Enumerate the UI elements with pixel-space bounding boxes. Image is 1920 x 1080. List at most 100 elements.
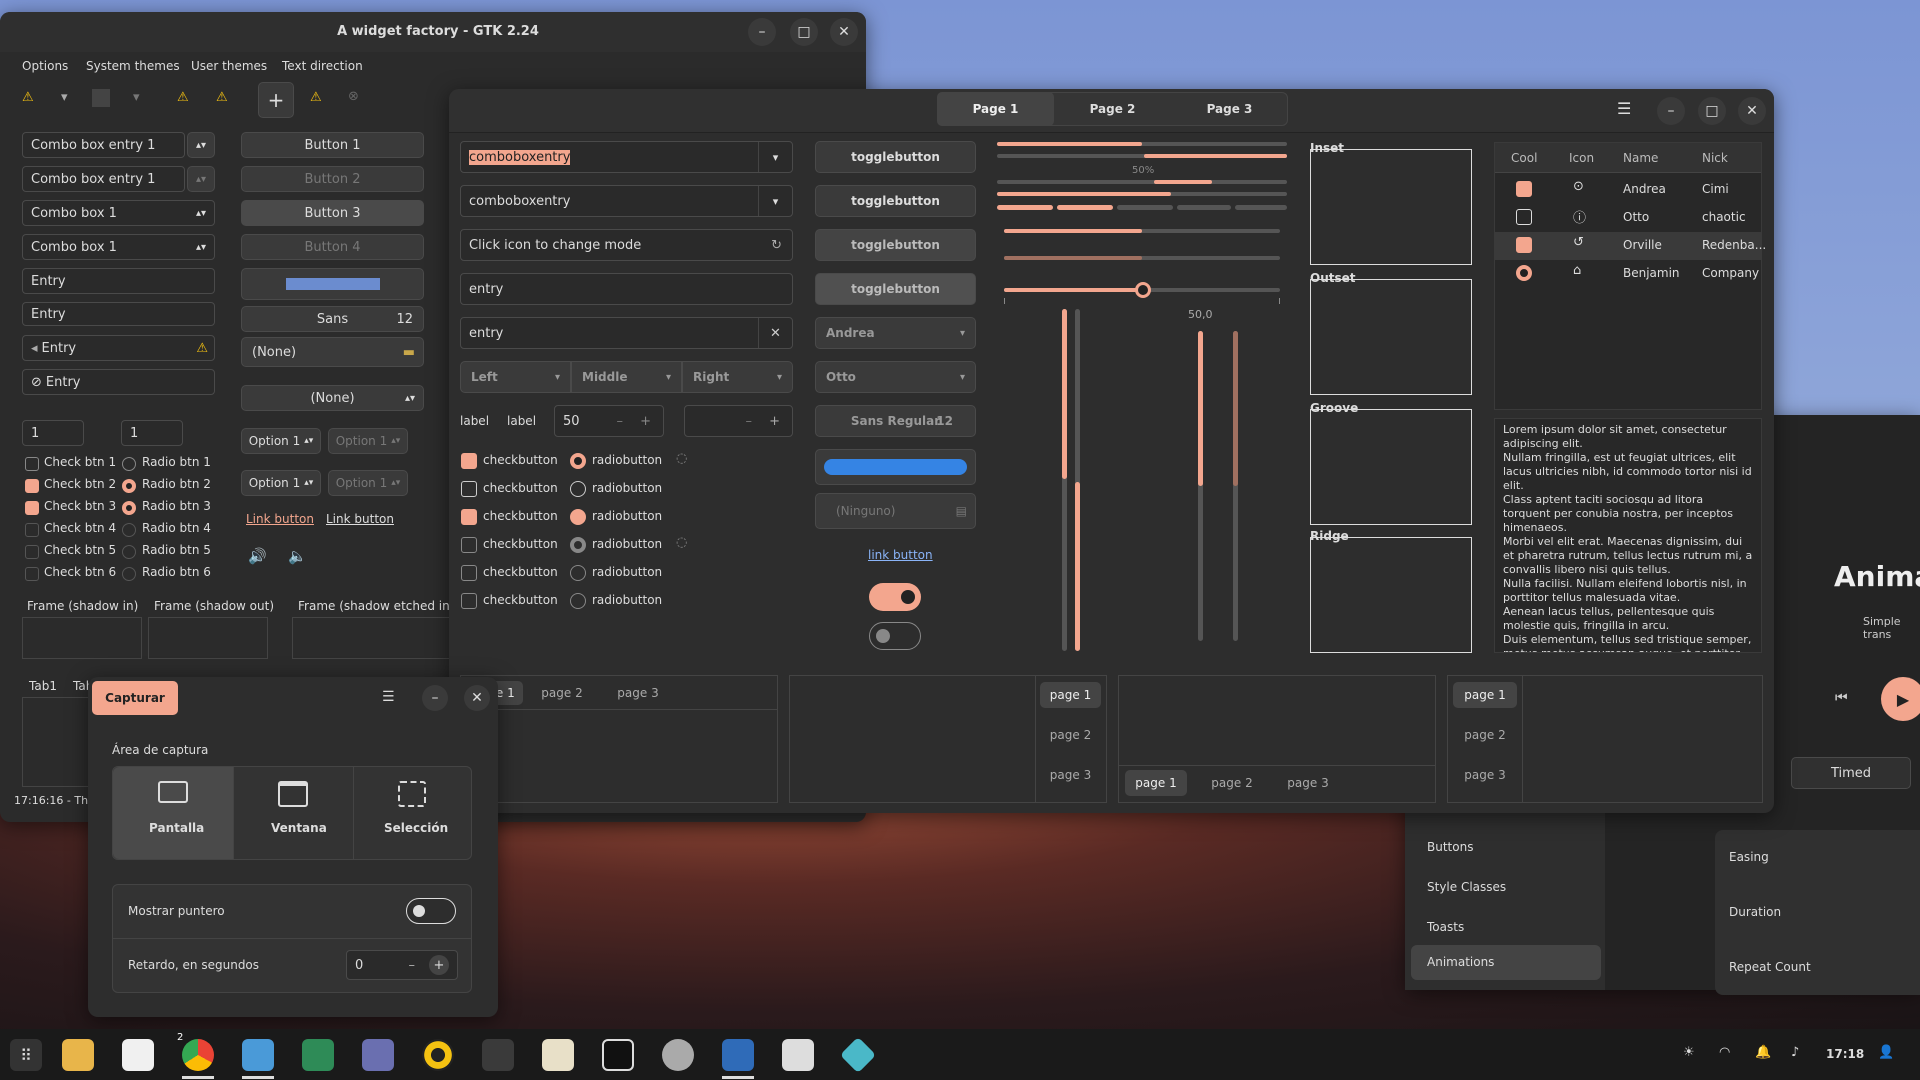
toolbar-dropdown2-icon[interactable]: ▾ bbox=[133, 90, 140, 105]
combo-entry-1-arrow[interactable]: ▴▾ bbox=[187, 132, 215, 158]
entry-clearable[interactable]: entry ✕ bbox=[460, 317, 793, 349]
music-note-icon[interactable]: ♪ bbox=[1791, 1045, 1799, 1060]
gtk3-link-button[interactable]: link button bbox=[868, 548, 933, 562]
menu-options[interactable]: Options bbox=[22, 59, 68, 73]
combo-middle[interactable]: Middle ▾ bbox=[571, 361, 682, 393]
gtk3-maximize-icon[interactable]: □ bbox=[1698, 97, 1726, 125]
entry-with-icons[interactable]: ◂ Entry ⚠ bbox=[22, 335, 215, 361]
entry-plain[interactable]: entry bbox=[460, 273, 793, 305]
togglebutton-4[interactable]: togglebutton bbox=[815, 273, 976, 305]
tree-row-1-cool[interactable] bbox=[1516, 181, 1532, 197]
spin-empty[interactable]: – + bbox=[684, 405, 793, 437]
delay-spin[interactable]: 0 – + bbox=[346, 950, 458, 980]
close-icon[interactable]: ✕ bbox=[830, 18, 858, 46]
menu-text-direction[interactable]: Text direction bbox=[282, 59, 363, 73]
prop-repeat-count[interactable]: Repeat Count bbox=[1729, 960, 1811, 974]
rewind-icon[interactable]: ⏮ bbox=[1835, 690, 1848, 706]
clear-icon[interactable]: ✕ bbox=[758, 318, 792, 348]
tree-header-name[interactable]: Name bbox=[1623, 151, 1658, 165]
toolbar-warning3-icon[interactable]: ⚠ bbox=[216, 90, 228, 105]
system-monitor-icon[interactable] bbox=[782, 1039, 814, 1071]
user-icon[interactable]: 👤 bbox=[1878, 1045, 1894, 1060]
capture-minimize-icon[interactable]: – bbox=[422, 685, 448, 711]
checkbutton-3-mixed[interactable] bbox=[461, 509, 477, 525]
font-button[interactable]: Sans 12 bbox=[241, 306, 424, 332]
scale-knob[interactable] bbox=[1135, 282, 1151, 298]
nb2-page-3[interactable]: page 3 bbox=[1040, 762, 1101, 788]
screenshot-icon[interactable] bbox=[242, 1039, 274, 1071]
widget-factory-icon[interactable] bbox=[722, 1039, 754, 1071]
image-viewer-icon[interactable] bbox=[362, 1039, 394, 1071]
togglebutton-3[interactable]: togglebutton bbox=[815, 229, 976, 261]
radio-btn-1[interactable] bbox=[122, 457, 136, 471]
prop-easing[interactable]: Easing bbox=[1729, 850, 1769, 864]
gtk2-tab-1[interactable]: Tab1 bbox=[29, 679, 57, 693]
page-tab-1[interactable]: Page 1 bbox=[937, 92, 1054, 126]
combo-left[interactable]: Left ▾ bbox=[460, 361, 571, 393]
menu-system-themes[interactable]: System themes bbox=[86, 59, 180, 73]
files-icon[interactable] bbox=[62, 1039, 94, 1071]
entry-field[interactable]: Entry bbox=[22, 268, 215, 294]
nav-style-classes[interactable]: Style Classes bbox=[1427, 880, 1506, 894]
video-editor-icon[interactable] bbox=[482, 1039, 514, 1071]
tree-row-4-cool[interactable] bbox=[1516, 265, 1532, 281]
checkbutton-2[interactable] bbox=[461, 481, 477, 497]
gtk3-minimize-icon[interactable]: – bbox=[1657, 97, 1685, 125]
spin-empty-plus-icon[interactable]: + bbox=[769, 414, 780, 429]
sheets-icon[interactable] bbox=[302, 1039, 334, 1071]
spin-minus-icon[interactable]: – bbox=[617, 414, 624, 429]
clock[interactable]: 17:18 bbox=[1826, 1047, 1864, 1061]
nb3-page-2[interactable]: page 2 bbox=[1201, 770, 1263, 796]
menu-user-themes[interactable]: User themes bbox=[191, 59, 267, 73]
delay-minus-icon[interactable]: – bbox=[409, 958, 416, 973]
apps-grid-icon[interactable]: ⠿ bbox=[10, 1039, 42, 1071]
toolbar-cancel-icon[interactable]: ⊗ bbox=[348, 89, 359, 104]
toolbar-warning-icon[interactable]: ⚠ bbox=[22, 90, 34, 105]
maximize-icon[interactable]: □ bbox=[790, 18, 818, 46]
color-button[interactable] bbox=[241, 268, 424, 300]
gtk3-close-icon[interactable]: ✕ bbox=[1738, 97, 1766, 125]
check-btn-2[interactable] bbox=[25, 479, 39, 493]
toolbar-warning2-icon[interactable]: ⚠ bbox=[177, 90, 189, 105]
minimize-icon[interactable]: – bbox=[748, 18, 776, 46]
prop-duration[interactable]: Duration bbox=[1729, 905, 1781, 919]
link-button[interactable]: Link button bbox=[246, 512, 314, 526]
nav-toasts[interactable]: Toasts bbox=[1427, 920, 1464, 934]
text-view[interactable]: Lorem ipsum dolor sit amet, consectetur … bbox=[1494, 418, 1762, 653]
show-pointer-switch[interactable] bbox=[406, 898, 456, 924]
nb3-page-3[interactable]: page 3 bbox=[1277, 770, 1339, 796]
combo-right[interactable]: Right ▾ bbox=[682, 361, 793, 393]
nb4-page-3[interactable]: page 3 bbox=[1453, 762, 1517, 788]
tree-header-cool[interactable]: Cool bbox=[1511, 151, 1537, 165]
timed-toggle[interactable]: Timed bbox=[1791, 757, 1911, 789]
toolbar-warning4-icon[interactable]: ⚠ bbox=[310, 90, 322, 105]
nb4-page-1[interactable]: page 1 bbox=[1453, 682, 1517, 708]
nb4-page-2[interactable]: page 2 bbox=[1453, 722, 1517, 748]
wifi-icon[interactable]: ◠ bbox=[1719, 1045, 1730, 1060]
check-btn-1[interactable] bbox=[25, 457, 39, 471]
button-3[interactable]: Button 3 bbox=[241, 200, 424, 226]
spin-empty-minus-icon[interactable]: – bbox=[746, 414, 753, 429]
combo-andrea[interactable]: Andrea ▾ bbox=[815, 317, 976, 349]
radio-btn-3[interactable] bbox=[122, 501, 136, 515]
color-chooser-button[interactable] bbox=[815, 449, 976, 485]
settings-icon[interactable] bbox=[662, 1039, 694, 1071]
toolbar-dropdown-icon[interactable]: ▾ bbox=[61, 90, 68, 105]
notification-bell-icon[interactable]: 🔔 bbox=[1755, 1045, 1771, 1060]
tree-header-nick[interactable]: Nick bbox=[1702, 151, 1728, 165]
brightness-icon[interactable]: ☀ bbox=[1683, 1045, 1695, 1060]
radiobutton-2[interactable] bbox=[570, 481, 586, 497]
music-player-icon[interactable] bbox=[422, 1039, 454, 1071]
nav-buttons[interactable]: Buttons bbox=[1427, 840, 1473, 854]
switch-on[interactable] bbox=[869, 583, 921, 611]
font-chooser-button[interactable]: Sans Regular 12 bbox=[815, 405, 976, 437]
toolbar-blank-icon[interactable] bbox=[92, 89, 110, 107]
capture-menu-icon[interactable]: ☰ bbox=[382, 689, 395, 705]
file-chooser-button[interactable]: (None) ▬ bbox=[241, 337, 424, 367]
text-editor-icon[interactable] bbox=[542, 1039, 574, 1071]
comboboxentry[interactable]: comboboxentry ▾ bbox=[460, 141, 793, 173]
nb1-page-2[interactable]: page 2 bbox=[533, 681, 591, 705]
icon-mode-entry[interactable]: Click icon to change mode ↻ bbox=[460, 229, 793, 261]
spin-plus-icon[interactable]: + bbox=[640, 414, 651, 429]
delay-plus-icon[interactable]: + bbox=[429, 955, 449, 975]
